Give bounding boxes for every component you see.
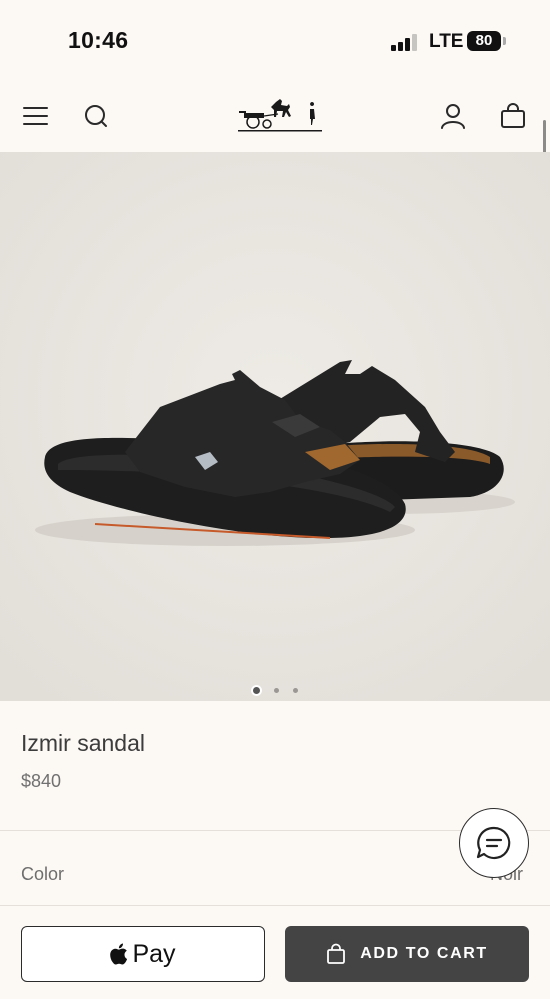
apple-pay-button[interactable]: Pay — [21, 926, 265, 982]
carousel-indicator — [0, 682, 550, 700]
status-time: 10:46 — [68, 27, 129, 53]
chat-icon — [476, 826, 511, 860]
shopping-bag-icon[interactable] — [498, 100, 530, 132]
network-label: LTE — [429, 31, 464, 52]
carousel-dot[interactable] — [292, 688, 298, 694]
battery-icon: 80 — [467, 31, 501, 51]
battery-tip — [503, 37, 506, 45]
sandal-image — [0, 152, 550, 701]
horse-carriage-logo[interactable] — [236, 94, 326, 138]
app-header — [0, 82, 550, 152]
apple-pay-label: Pay — [132, 939, 176, 968]
product-title: Izmir sandal — [21, 730, 145, 756]
product-price: $840 — [21, 771, 62, 791]
product-image-carousel[interactable] — [0, 152, 550, 701]
signal-icon — [391, 33, 419, 51]
apple-icon — [110, 943, 128, 965]
status-bar: 10:46 LTE 80 — [0, 0, 550, 82]
color-label: Color — [21, 864, 65, 884]
divider — [0, 905, 550, 906]
add-to-cart-label: ADD TO CART — [360, 945, 488, 962]
shopping-bag-icon — [327, 943, 346, 964]
hamburger-menu-icon[interactable] — [20, 100, 52, 132]
carousel-dot[interactable] — [252, 687, 260, 695]
carousel-dot[interactable] — [273, 688, 279, 694]
user-icon[interactable] — [437, 100, 469, 132]
search-icon[interactable] — [80, 100, 112, 132]
chat-button[interactable] — [459, 808, 529, 878]
add-to-cart-button[interactable]: ADD TO CART — [285, 926, 529, 982]
